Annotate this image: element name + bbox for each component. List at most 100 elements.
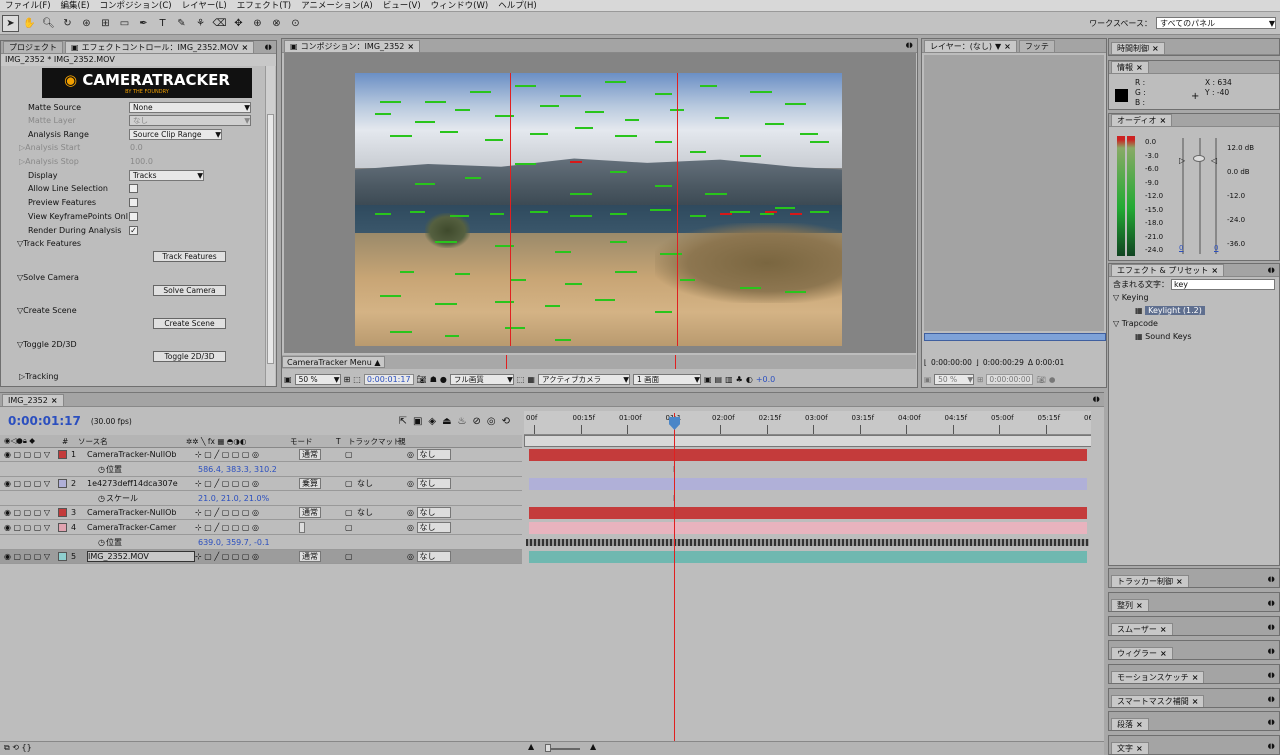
workspace-dropdown[interactable]: すべてのパネル ▼ <box>1156 17 1276 29</box>
layer-mode[interactable]: 通常 <box>299 551 345 562</box>
layer-mode[interactable]: 通常 <box>299 507 345 518</box>
column-mode[interactable]: モード <box>290 436 336 447</box>
magnification-dropdown[interactable]: 50 % ▼ <box>294 373 341 385</box>
camera-orbit-tool-icon[interactable]: ⊛ <box>78 15 95 32</box>
flowchart-icon[interactable]: ♣ <box>736 375 743 384</box>
layer-name[interactable]: CameraTracker-NullOb <box>87 450 195 459</box>
property-value[interactable]: 586.4, 383.3, 310.2 <box>198 465 277 474</box>
pan-behind-tool-icon[interactable]: ⊞ <box>97 15 114 32</box>
tree-category-keying[interactable]: ▽ Keying <box>1113 291 1279 304</box>
eraser-tool-icon[interactable]: ⌫ <box>211 15 228 32</box>
transparency-grid-icon[interactable]: ▦ <box>527 375 535 384</box>
close-icon[interactable]: × <box>1136 719 1143 731</box>
close-icon[interactable]: × <box>1160 648 1167 660</box>
close-icon[interactable]: × <box>1192 696 1199 708</box>
brush-tool-icon[interactable]: ✎ <box>173 15 190 32</box>
close-icon[interactable]: × <box>1136 62 1143 74</box>
rectangle-mask-tool-icon[interactable]: ▭ <box>116 15 133 32</box>
layer-name[interactable]: 1e4273deff14dca307e <box>87 479 195 488</box>
layer-switches-icon[interactable]: ⊹ ▢ ╱ ▢ ▢ ▢ ◎ <box>195 523 299 532</box>
panel-menu-icon[interactable]: ◖◗ <box>906 41 913 49</box>
close-icon[interactable]: × <box>1136 743 1143 755</box>
tab-effect-controls[interactable]: ▣ エフェクトコントロール：IMG_2352.MOV × <box>65 41 255 53</box>
layer-duration-bar[interactable] <box>529 507 1087 519</box>
panel-menu-icon[interactable]: ◖◗ <box>1268 695 1275 703</box>
parent-dropdown[interactable]: ◎ なし <box>407 551 451 562</box>
pixel-aspect-icon[interactable]: ▣ <box>704 375 712 384</box>
tree-item-sound-keys[interactable]: ▦ Sound Keys <box>1113 330 1279 343</box>
work-area-bar[interactable] <box>524 435 1092 447</box>
panel-menu-icon[interactable]: ◖◗ <box>1268 718 1275 726</box>
preserve-transparency-checkbox[interactable]: ▢ <box>345 508 357 517</box>
exposure-value[interactable]: +0.0 <box>756 375 775 384</box>
layer-in-time[interactable]: 0:00:00:00 <box>931 358 972 367</box>
layer-switches-icon[interactable]: ⊹ ▢ ╱ ▢ ▢ ▢ ◎ <box>195 552 299 561</box>
layer-mode[interactable]: 乗算 <box>299 478 345 489</box>
tab-info[interactable]: 情報 × <box>1111 61 1149 73</box>
layer-name[interactable]: CameraTracker-NullOb <box>87 508 195 517</box>
composition-viewer[interactable] <box>284 53 916 353</box>
tab-collapsed-panel[interactable]: 文字 × <box>1111 742 1149 754</box>
property-value[interactable]: 21.0, 21.0, 21.0% <box>198 494 269 503</box>
layer-mode[interactable]: 通常 <box>299 449 345 460</box>
mask-visibility-icon[interactable]: ⬚ <box>353 375 361 384</box>
parent-dropdown[interactable]: ◎ なし <box>407 449 451 460</box>
track-features-button[interactable]: Track Features <box>153 251 226 262</box>
tab-layer[interactable]: レイヤー：(なし) ▼ × <box>924 40 1017 52</box>
layer-time-bar[interactable] <box>924 333 1106 341</box>
close-icon[interactable]: × <box>1192 672 1199 684</box>
layer-name[interactable]: CameraTracker-Camer <box>87 523 195 532</box>
panel-menu-icon[interactable]: ◖◗ <box>265 43 272 51</box>
stopwatch-icon[interactable]: ◷ <box>0 494 105 503</box>
layer-row[interactable]: ◉ ▢ ▢ ▢ ▽ 5 IMG_2352.MOV ⊹ ▢ ╱ ▢ ▢ ▢ ◎ 通常 ▢ ◎ … <box>0 550 522 564</box>
layer-label-color[interactable] <box>58 450 67 459</box>
tab-audio[interactable]: オーディオ × <box>1111 114 1173 126</box>
column-track-matte[interactable]: トラックマット <box>348 436 401 447</box>
menu-edit[interactable]: 編集(E) <box>56 0 95 12</box>
current-time-display[interactable]: 0:00:01:17 <box>363 373 414 385</box>
always-preview-icon[interactable]: ▣ <box>924 375 931 384</box>
close-icon[interactable]: × <box>51 395 58 407</box>
layer-out-time[interactable]: 0:00:00:29 <box>983 358 1024 367</box>
audio-slider-left-handle[interactable]: ▷ <box>1179 156 1185 165</box>
scrollbar-thumb[interactable] <box>267 114 274 364</box>
track-matte-dropdown[interactable]: なし <box>357 507 407 518</box>
preserve-transparency-checkbox[interactable]: ▢ <box>345 479 357 488</box>
layer-switches-icon[interactable]: ⊹ ▢ ╱ ▢ ▢ ▢ ◎ <box>195 479 299 488</box>
tab-footage[interactable]: フッテ <box>1018 40 1055 52</box>
tab-collapsed-panel[interactable]: 段落 × <box>1111 718 1149 730</box>
timeline-current-time[interactable]: 0:00:01:17 <box>8 414 81 428</box>
tab-effects-presets[interactable]: エフェクト & プリセット × <box>1111 264 1225 276</box>
layer-mode[interactable] <box>299 522 345 533</box>
close-icon[interactable]: × <box>1136 600 1143 612</box>
layer-magnification-dropdown[interactable]: 50 % ▼ <box>934 373 975 385</box>
world-axis-icon[interactable]: ⊗ <box>268 15 285 32</box>
menu-help[interactable]: ヘルプ(H) <box>493 0 542 12</box>
layer-duration-bar[interactable] <box>529 551 1087 563</box>
view-layout-dropdown[interactable]: 1 画面 ▼ <box>632 373 701 385</box>
effects-search-input[interactable]: key <box>1171 278 1275 290</box>
panel-menu-icon[interactable]: ◖◗ <box>1268 623 1275 631</box>
layer-name[interactable]: IMG_2352.MOV <box>87 551 195 562</box>
column-parent[interactable]: 親 <box>398 436 406 447</box>
tab-collapsed-panel[interactable]: モーションスケッチ × <box>1111 671 1205 684</box>
timeline-vertical-scroll[interactable] <box>1091 411 1103 741</box>
menu-window[interactable]: ウィンドウ(W) <box>426 0 494 12</box>
keyframes-strip[interactable] <box>526 539 1089 546</box>
solve-camera-button[interactable]: Solve Camera <box>153 285 226 296</box>
property-value[interactable]: 639.0, 359.7, -0.1 <box>198 538 270 547</box>
row-track-features[interactable]: ▽ Track Features <box>17 237 81 250</box>
zoom-in-icon[interactable]: ▲ <box>590 742 596 751</box>
menu-layer[interactable]: レイヤー(L) <box>177 0 232 12</box>
tab-project[interactable]: プロジェクト <box>3 41 63 53</box>
cameratracker-menu-tab[interactable]: CameraTracker Menu ▲ <box>282 356 386 368</box>
view-keyframe-points-checkbox[interactable] <box>129 212 138 221</box>
rotate-tool-icon[interactable]: ↻ <box>59 15 76 32</box>
eye-icon[interactable]: ◉ ▢ ▢ ▢ ▽ <box>0 450 58 459</box>
allow-line-selection-checkbox[interactable] <box>129 184 138 193</box>
panel-menu-icon[interactable]: ◖◗ <box>1268 266 1275 274</box>
audio-value-left[interactable]: 0 <box>1179 244 1183 252</box>
tab-collapsed-panel[interactable]: スマートマスク補間 × <box>1111 695 1205 708</box>
text-tool-icon[interactable]: T <box>154 15 171 32</box>
eye-icon[interactable]: ◉ ▢ ▢ ▢ ▽ <box>0 552 58 561</box>
